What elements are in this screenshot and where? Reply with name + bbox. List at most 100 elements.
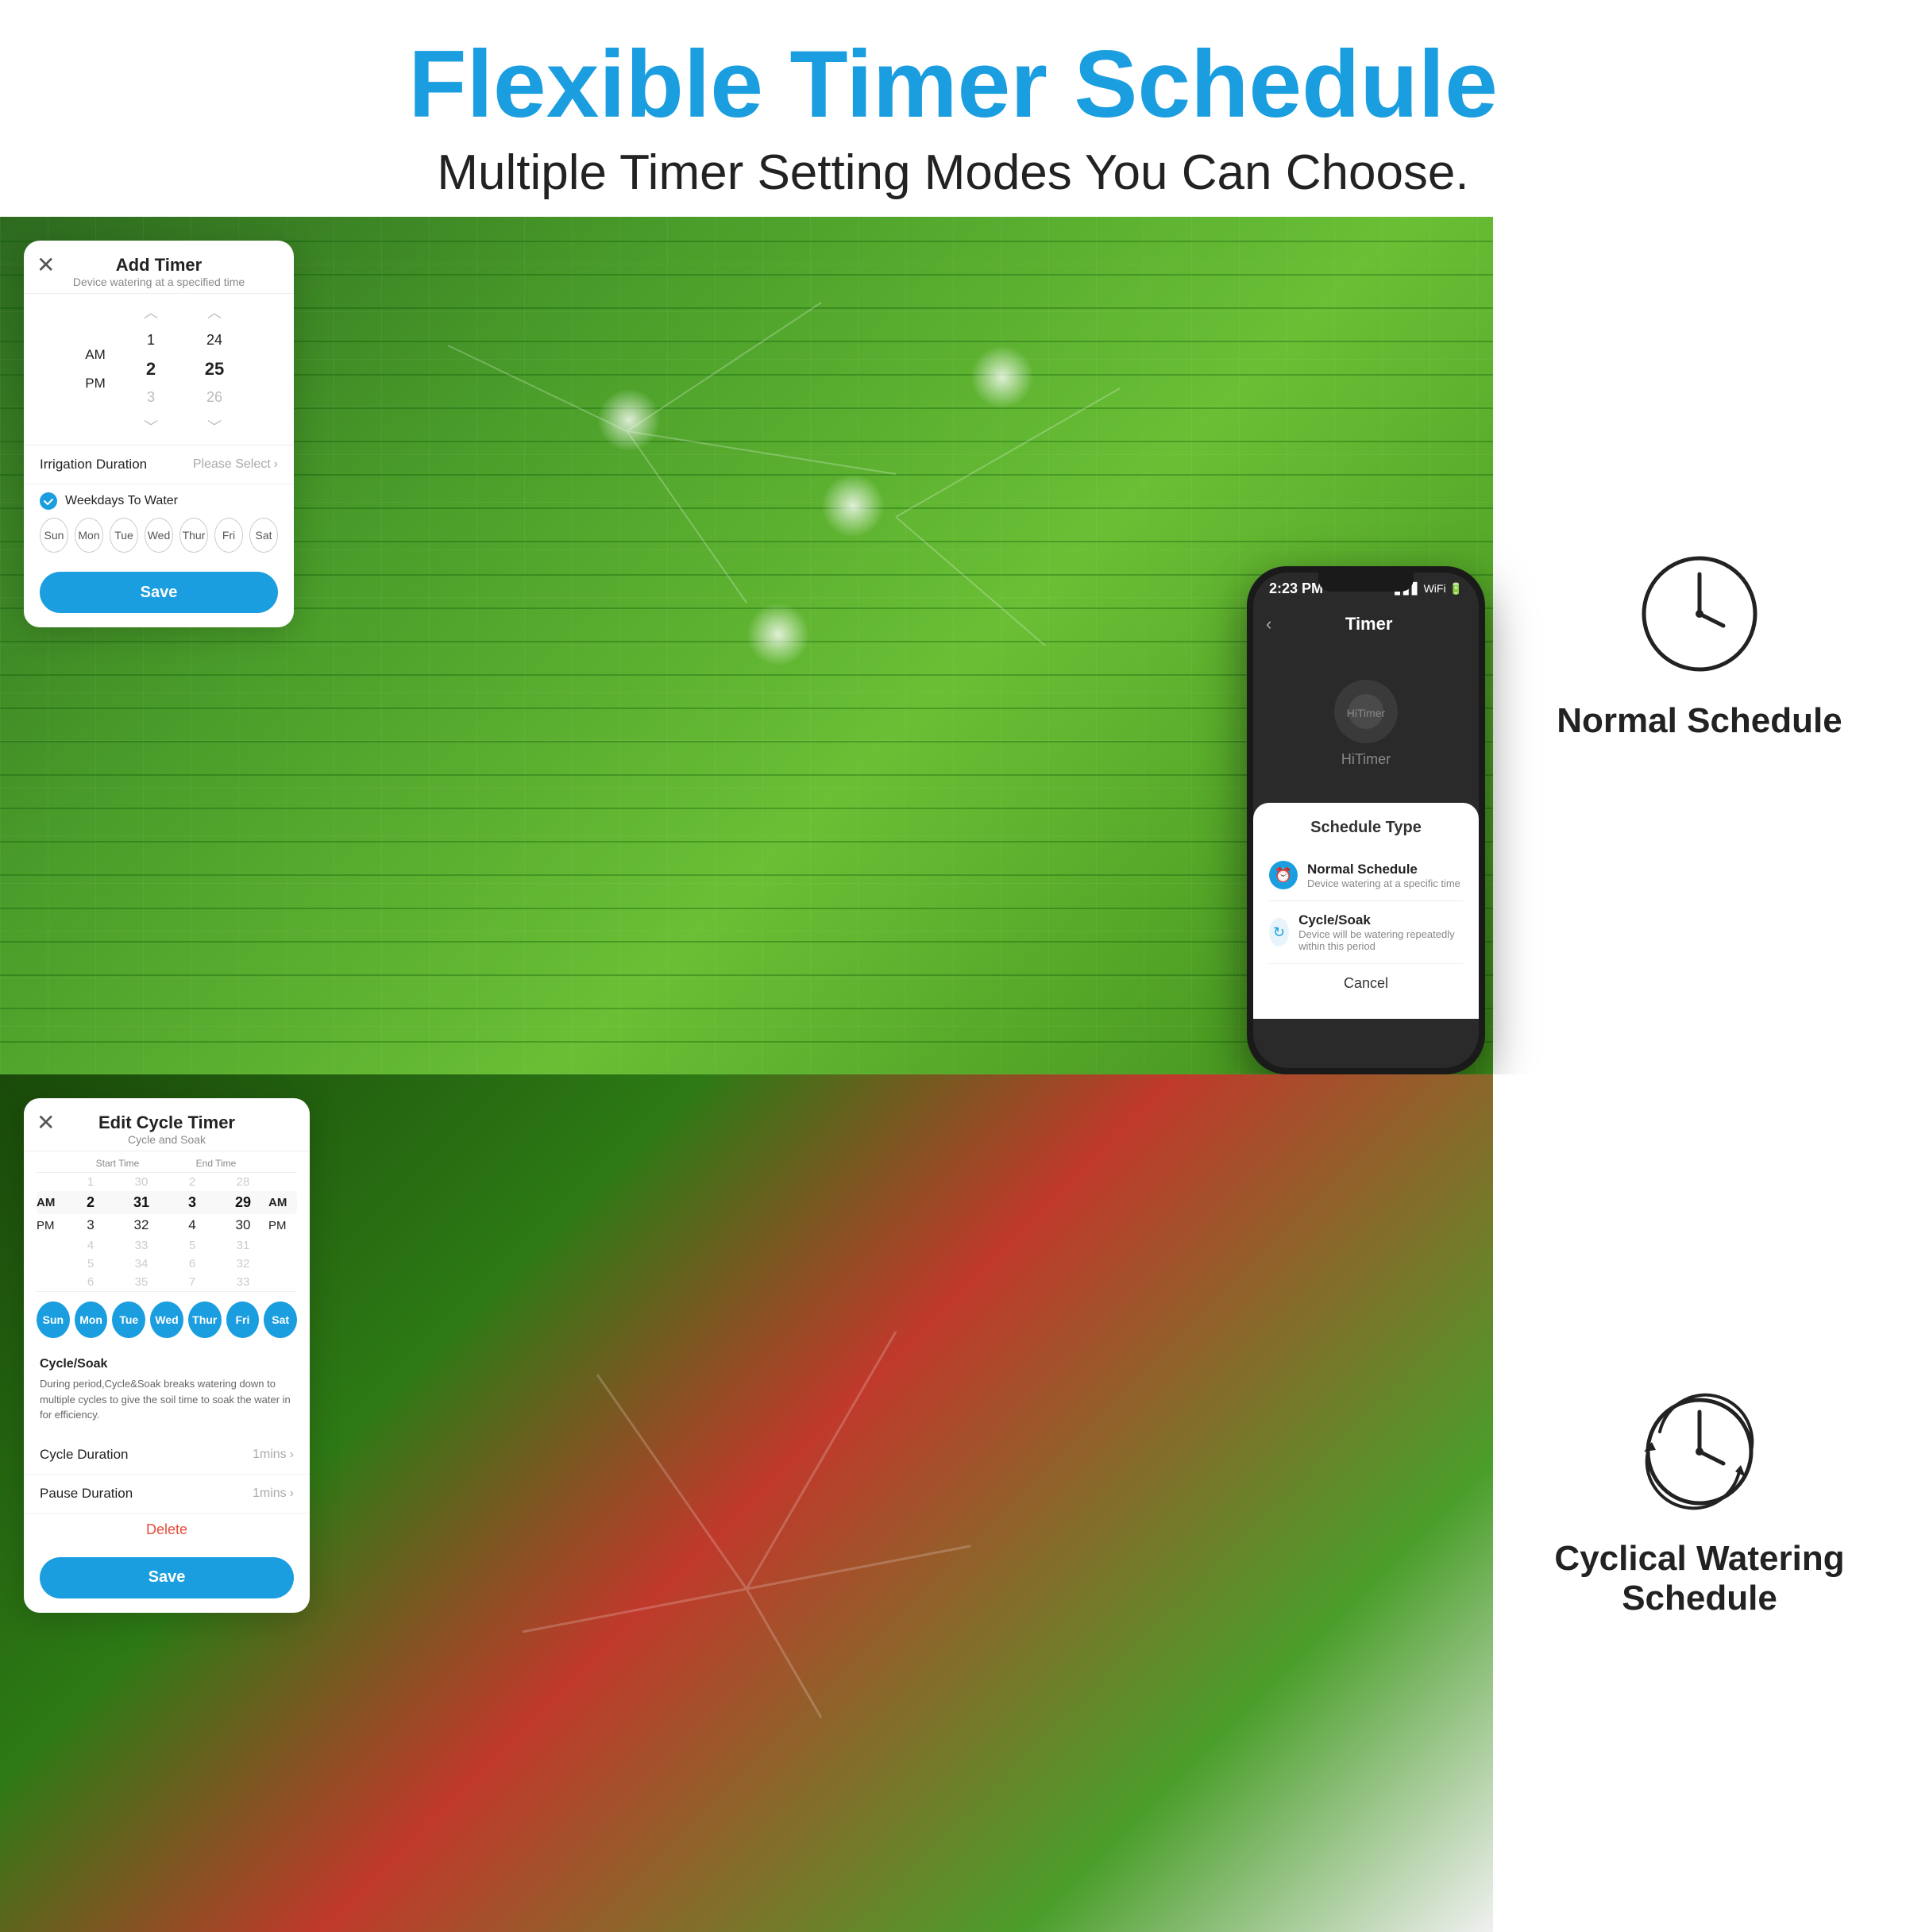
pause-duration-label: Pause Duration bbox=[40, 1486, 133, 1502]
cycle-soak-option[interactable]: ↻ Cycle/Soak Device will be watering rep… bbox=[1269, 901, 1463, 964]
day-fri[interactable]: Fri bbox=[214, 518, 243, 553]
phone-nav-title: Timer bbox=[1271, 614, 1466, 634]
row4-m1: 33 bbox=[116, 1239, 167, 1252]
ampm-column: AM PM bbox=[71, 297, 119, 442]
hi-timer-icon: HiTimer bbox=[1334, 680, 1398, 743]
day-tue[interactable]: Tue bbox=[110, 518, 138, 553]
hour-down: ﹀ bbox=[144, 411, 158, 442]
hour-3[interactable]: 3 bbox=[147, 384, 155, 411]
irrigation-duration-row[interactable]: Irrigation Duration Please Select › bbox=[24, 445, 294, 484]
day-btn-fri[interactable]: Fri bbox=[226, 1301, 260, 1338]
row2-h1: 2 bbox=[65, 1194, 116, 1211]
day-wed[interactable]: Wed bbox=[145, 518, 173, 553]
cycle-timer-dialog: ✕ Edit Cycle Timer Cycle and Soak Start … bbox=[24, 1098, 310, 1613]
day-btn-sat[interactable]: Sat bbox=[264, 1301, 297, 1338]
back-icon[interactable]: ‹ bbox=[1266, 614, 1271, 634]
cycle-soak-option-icon: ↻ bbox=[1269, 918, 1289, 947]
day-btn-sun[interactable]: Sun bbox=[37, 1301, 70, 1338]
bottom-row: ✕ Edit Cycle Timer Cycle and Soak Start … bbox=[0, 1074, 1906, 1932]
weekdays-check-row[interactable]: Weekdays To Water bbox=[40, 492, 278, 510]
irrigation-value: Please Select › bbox=[193, 457, 278, 472]
day-btn-mon[interactable]: Mon bbox=[75, 1301, 108, 1338]
normal-schedule-option[interactable]: ⏰ Normal Schedule Device watering at a s… bbox=[1269, 850, 1463, 901]
cycle-picker-rows: 1 30 2 28 AM 2 31 3 29 bbox=[37, 1172, 297, 1292]
cycle-dialog-header: ✕ Edit Cycle Timer Cycle and Soak bbox=[24, 1098, 310, 1151]
row5-m1: 34 bbox=[116, 1257, 167, 1271]
dialog-subtitle: Device watering at a specified time bbox=[73, 276, 245, 288]
hour-up: ︿ bbox=[144, 297, 158, 327]
svg-text:HiTimer: HiTimer bbox=[1347, 707, 1386, 719]
row3-ampm2: PM bbox=[268, 1219, 297, 1232]
clock-icon bbox=[1636, 550, 1763, 677]
page-header: Flexible Timer Schedule Multiple Timer S… bbox=[0, 0, 1906, 217]
row3-m2: 30 bbox=[218, 1217, 268, 1233]
pause-duration-row[interactable]: Pause Duration 1mins › bbox=[24, 1475, 310, 1514]
weekdays-label: Weekdays To Water bbox=[65, 494, 178, 508]
dialog-title: Add Timer bbox=[73, 255, 245, 276]
row3-m1: 32 bbox=[116, 1217, 167, 1233]
row2-m2: 29 bbox=[218, 1194, 268, 1211]
schedule-modal: Schedule Type ⏰ Normal Schedule Device w… bbox=[1253, 803, 1479, 1019]
row4-m2: 31 bbox=[218, 1239, 268, 1252]
day-mon[interactable]: Mon bbox=[75, 518, 103, 553]
row3-h1: 3 bbox=[65, 1217, 116, 1233]
hour-2-selected[interactable]: 2 bbox=[146, 354, 156, 384]
main-content: ✕ Add Timer Device watering at a specifi… bbox=[0, 217, 1906, 1932]
cycle-soak-section: Cycle/Soak During period,Cycle&Soak brea… bbox=[24, 1348, 310, 1436]
picker-row-6: 6 35 7 33 bbox=[37, 1273, 297, 1291]
weekdays-section: Weekdays To Water Sun Mon Tue Wed Thur F… bbox=[24, 484, 294, 561]
min-24[interactable]: 24 bbox=[206, 327, 222, 354]
ampm-am[interactable]: AM bbox=[85, 341, 106, 369]
schedule-modal-title: Schedule Type bbox=[1269, 819, 1463, 837]
row4-h2: 5 bbox=[167, 1239, 218, 1252]
row4-h1: 4 bbox=[65, 1239, 116, 1252]
cyclical-label-2: Schedule bbox=[1554, 1579, 1844, 1618]
save-button[interactable]: Save bbox=[40, 572, 278, 613]
row1-m1: 30 bbox=[116, 1175, 167, 1189]
day-sat[interactable]: Sat bbox=[249, 518, 278, 553]
cyclical-label-container: Cyclical Watering Schedule bbox=[1554, 1539, 1844, 1618]
ampm-header bbox=[37, 1158, 68, 1169]
picker-row-5: 5 34 6 32 bbox=[37, 1255, 297, 1273]
ampm-pm[interactable]: PM bbox=[85, 369, 106, 398]
row2-h2: 3 bbox=[167, 1194, 218, 1211]
row6-h2: 7 bbox=[167, 1275, 218, 1289]
right-panel-top: Normal Schedule bbox=[1493, 217, 1906, 1074]
cycle-dialog-title: Edit Cycle Timer bbox=[98, 1113, 235, 1133]
days-row: Sun Mon Tue Wed Thur Fri Sat bbox=[40, 518, 278, 553]
day-thur[interactable]: Thur bbox=[179, 518, 208, 553]
hi-timer-area: HiTimer HiTimer bbox=[1253, 644, 1479, 803]
phone-notch bbox=[1318, 573, 1414, 592]
hi-timer-label: HiTimer bbox=[1341, 751, 1391, 768]
irrigation-label: Irrigation Duration bbox=[40, 457, 147, 472]
bottom-bg-image: ✕ Edit Cycle Timer Cycle and Soak Start … bbox=[0, 1074, 1493, 1932]
cycle-save-button[interactable]: Save bbox=[40, 1557, 294, 1598]
row5-h1: 5 bbox=[65, 1257, 116, 1271]
minute-column: ︿ 24 25 26 ﹀ bbox=[183, 297, 246, 442]
day-sun[interactable]: Sun bbox=[40, 518, 68, 553]
close-icon[interactable]: ✕ bbox=[37, 252, 55, 278]
cycle-duration-row[interactable]: Cycle Duration 1mins › bbox=[24, 1436, 310, 1475]
hour-1[interactable]: 1 bbox=[147, 327, 155, 354]
day-btn-tue[interactable]: Tue bbox=[112, 1301, 145, 1338]
row1-h1: 1 bbox=[65, 1175, 116, 1189]
min-25-selected[interactable]: 25 bbox=[205, 354, 224, 384]
phone-screen: 2:23 PM ▋▋▋ WiFi 🔋 ‹ Timer bbox=[1253, 573, 1479, 1068]
start-time-header: Start Time bbox=[68, 1158, 167, 1169]
cycle-dialog-subtitle: Cycle and Soak bbox=[98, 1133, 235, 1146]
row6-m1: 35 bbox=[116, 1275, 167, 1289]
normal-schedule-desc: Device watering at a specific time bbox=[1307, 877, 1460, 889]
normal-schedule-title: Normal Schedule bbox=[1307, 862, 1460, 877]
day-btn-wed[interactable]: Wed bbox=[150, 1301, 183, 1338]
row5-m2: 32 bbox=[218, 1257, 268, 1271]
normal-schedule-icon: ⏰ bbox=[1269, 861, 1298, 889]
add-timer-dialog: ✕ Add Timer Device watering at a specifi… bbox=[24, 241, 294, 627]
day-btn-thur[interactable]: Thur bbox=[188, 1301, 222, 1338]
cycle-duration-label: Cycle Duration bbox=[40, 1447, 129, 1463]
normal-schedule-text: Normal Schedule Device watering at a spe… bbox=[1307, 862, 1460, 889]
cancel-button[interactable]: Cancel bbox=[1269, 964, 1463, 1003]
delete-button[interactable]: Delete bbox=[24, 1514, 310, 1546]
picker-row-3: PM 3 32 4 30 PM bbox=[37, 1214, 297, 1236]
cycle-close-icon[interactable]: ✕ bbox=[37, 1109, 55, 1136]
min-26[interactable]: 26 bbox=[206, 384, 222, 411]
